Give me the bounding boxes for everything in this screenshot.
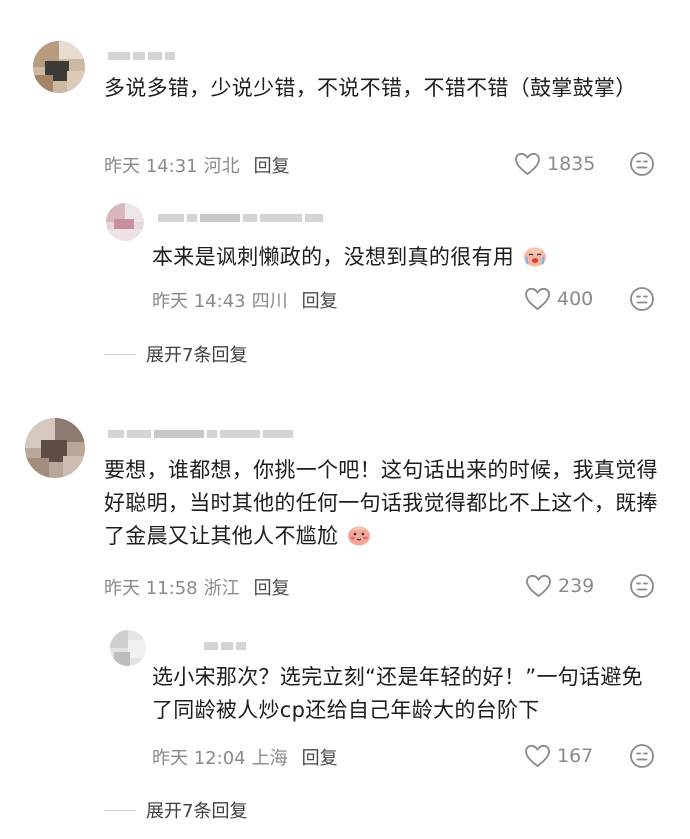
reply-button[interactable]: 回复	[254, 574, 290, 600]
heart-outline-icon	[515, 152, 540, 176]
neutral-face-icon[interactable]	[629, 743, 655, 769]
comment-location: 河北	[203, 156, 240, 177]
reply-text-content: 本来是讽刺懒政的，没想到真的很有用	[152, 245, 515, 269]
reply-button[interactable]: 回复	[302, 744, 338, 770]
divider-line	[104, 809, 136, 811]
avatar[interactable]	[25, 418, 85, 478]
comment-text: 要想，谁都想，你挑一个吧！这句话出来的时候，我真觉得好聪明，当时其他的任何一句话…	[104, 454, 660, 553]
reply-text: 本来是讽刺懒政的，没想到真的很有用	[152, 241, 652, 274]
username-redacted[interactable]	[108, 50, 175, 62]
neutral-face-icon[interactable]	[629, 151, 655, 177]
reply-avatar[interactable]	[110, 630, 146, 666]
heart-outline-icon	[526, 574, 551, 598]
reply-button[interactable]: 回复	[254, 152, 290, 178]
comment-time: 昨天 11:58	[104, 578, 198, 599]
comment-time: 昨天 14:31	[104, 156, 198, 177]
reply-text: 选小宋那次？选完立刻“还是年轻的好！”一句话避免了同龄被人炒cp还给自己年龄大的…	[152, 665, 643, 722]
username-redacted[interactable]	[108, 428, 293, 440]
reply-time: 昨天 14:43	[152, 291, 246, 312]
comment-meta: 昨天 14:31 河北 回复	[104, 152, 290, 178]
like-button[interactable]: 400	[524, 287, 593, 311]
neutral-face-icon[interactable]	[629, 573, 655, 599]
heart-outline-icon	[525, 744, 550, 768]
like-button[interactable]: 1835	[514, 152, 595, 176]
expand-replies-button[interactable]: 展开7条回复	[104, 341, 247, 367]
like-button[interactable]: 239	[525, 574, 594, 598]
reply-meta: 昨天 12:04 上海 回复	[152, 744, 338, 770]
comment-location: 浙江	[203, 578, 240, 599]
reply-location: 四川	[251, 291, 288, 312]
like-button[interactable]: 167	[524, 744, 593, 768]
neutral-face-icon[interactable]	[629, 286, 655, 312]
comment-meta: 昨天 11:58 浙江 回复	[104, 574, 290, 600]
reply-location: 上海	[251, 748, 288, 769]
reply-button[interactable]: 回复	[302, 287, 338, 313]
heart-outline-icon	[525, 287, 550, 311]
avatar[interactable]	[33, 41, 85, 93]
reply-avatar[interactable]	[106, 203, 144, 241]
crying-face-emoji	[524, 247, 547, 267]
blushing-face-emoji	[348, 526, 371, 546]
comment-text-content: 要想，谁都想，你挑一个吧！这句话出来的时候，我真觉得好聪明，当时其他的任何一句话…	[104, 458, 658, 548]
like-count: 400	[557, 288, 594, 310]
expand-replies-button[interactable]: 展开7条回复	[104, 797, 247, 823]
divider-line	[104, 353, 136, 355]
like-count: 1835	[547, 153, 596, 175]
like-count: 239	[558, 575, 595, 597]
comment-text: 多说多错，少说少错，不说不错，不错不错（鼓掌鼓掌）	[104, 76, 637, 100]
reply-meta: 昨天 14:43 四川 回复	[152, 287, 338, 313]
expand-replies-label: 展开7条回复	[146, 801, 248, 822]
expand-replies-label: 展开7条回复	[146, 345, 248, 366]
reply-username-redacted[interactable]	[204, 640, 246, 652]
reply-time: 昨天 12:04	[152, 748, 246, 769]
like-count: 167	[557, 745, 594, 767]
reply-username-redacted[interactable]	[158, 212, 323, 224]
